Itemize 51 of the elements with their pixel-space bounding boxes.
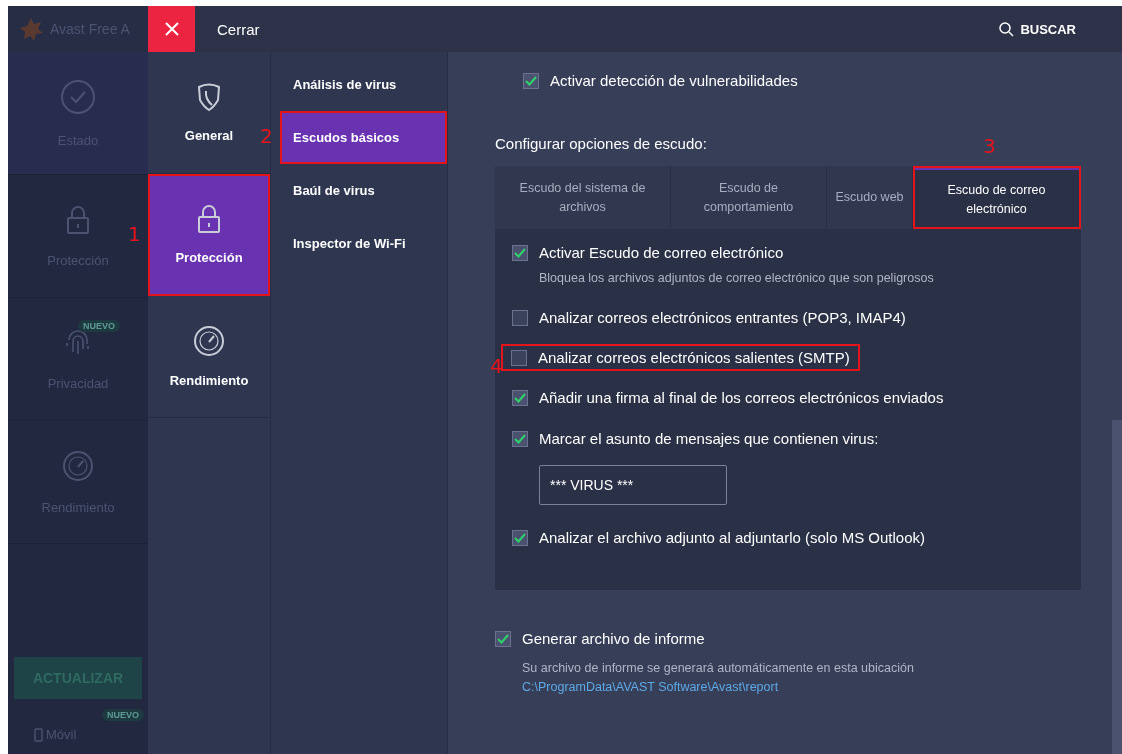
checkbox[interactable] [512,244,528,261]
subnav-item[interactable]: Análisis de virus [271,58,447,111]
option-description: Bloquea los archivos adjuntos de correo electrónico que son peligrosos [539,271,935,285]
checkbox[interactable] [512,430,528,447]
close-icon [164,22,179,36]
lock-icon [66,204,90,235]
callout-number: 1 [128,224,141,244]
option-label: Añadir una firma al final de los correos electrónicos enviados [539,389,944,406]
checkbox[interactable] [495,630,511,647]
subnav-item[interactable]: Inspector de Wi-Fi [271,217,447,270]
lock-icon [197,204,221,234]
phone-icon [34,727,43,742]
subnav-item[interactable]: Baúl de virus [271,164,447,217]
check-circle-icon [60,78,96,115]
close-label[interactable]: Cerrar [217,20,260,38]
category-tab[interactable]: Protección [148,174,270,296]
scrollbar-thumb[interactable] [1112,420,1122,754]
checkbox[interactable] [512,389,528,406]
checkbox[interactable] [511,349,527,366]
gauge-icon [62,449,94,482]
option-label: Activar Escudo de correo electrónico [539,244,784,261]
checkbox[interactable] [523,72,539,89]
new-badge: NUEVO [78,320,120,332]
option-label: Marcar el asunto de mensajes que contienen virus: [539,430,879,447]
subnav-item[interactable]: Escudos básicos [280,111,447,164]
option-label: Activar detección de vulnerabilidades [550,72,798,89]
option-label: Analizar el archivo adjunto al adjuntarlo (solo MS Outlook) [539,529,926,546]
callout-number: 4 [490,356,503,376]
option-description: Su archivo de informe se generará automáticamente en esta ubicación [522,660,915,677]
gauge-icon [193,325,225,357]
callout-number: 3 [983,136,996,156]
input-field[interactable]: *** VIRUS *** [539,465,727,505]
category-tab[interactable]: Rendimiento [148,296,270,418]
search-button[interactable]: BUSCAR [993,20,1082,38]
checkbox[interactable] [512,529,528,546]
shield-tab[interactable]: Escudo del sistema de archivos [495,166,671,229]
shield-tab[interactable]: Escudo de correo electrónico [913,166,1081,229]
new-badge: NUEVO [102,709,144,721]
shield-tab[interactable]: Escudo web [827,166,913,229]
checkbox[interactable] [512,309,528,326]
logo-icon [18,16,44,42]
path-link[interactable]: C:\ProgramData\AVAST Software\Avast\report [522,679,779,694]
shield-icon [196,82,222,112]
section-title: Configurar opciones de escudo: [495,135,707,152]
option-label: Analizar correos electrónicos salientes (SMTP) [538,349,850,366]
callout-number: 2 [260,126,273,146]
shield-tab[interactable]: Escudo de comportamiento [671,166,827,229]
close-button[interactable] [148,6,195,52]
option-label: Generar archivo de informe [522,630,705,647]
search-icon [999,21,1015,37]
option-label: Analizar correos electrónicos entrantes (POP3, IMAP4) [539,309,906,326]
